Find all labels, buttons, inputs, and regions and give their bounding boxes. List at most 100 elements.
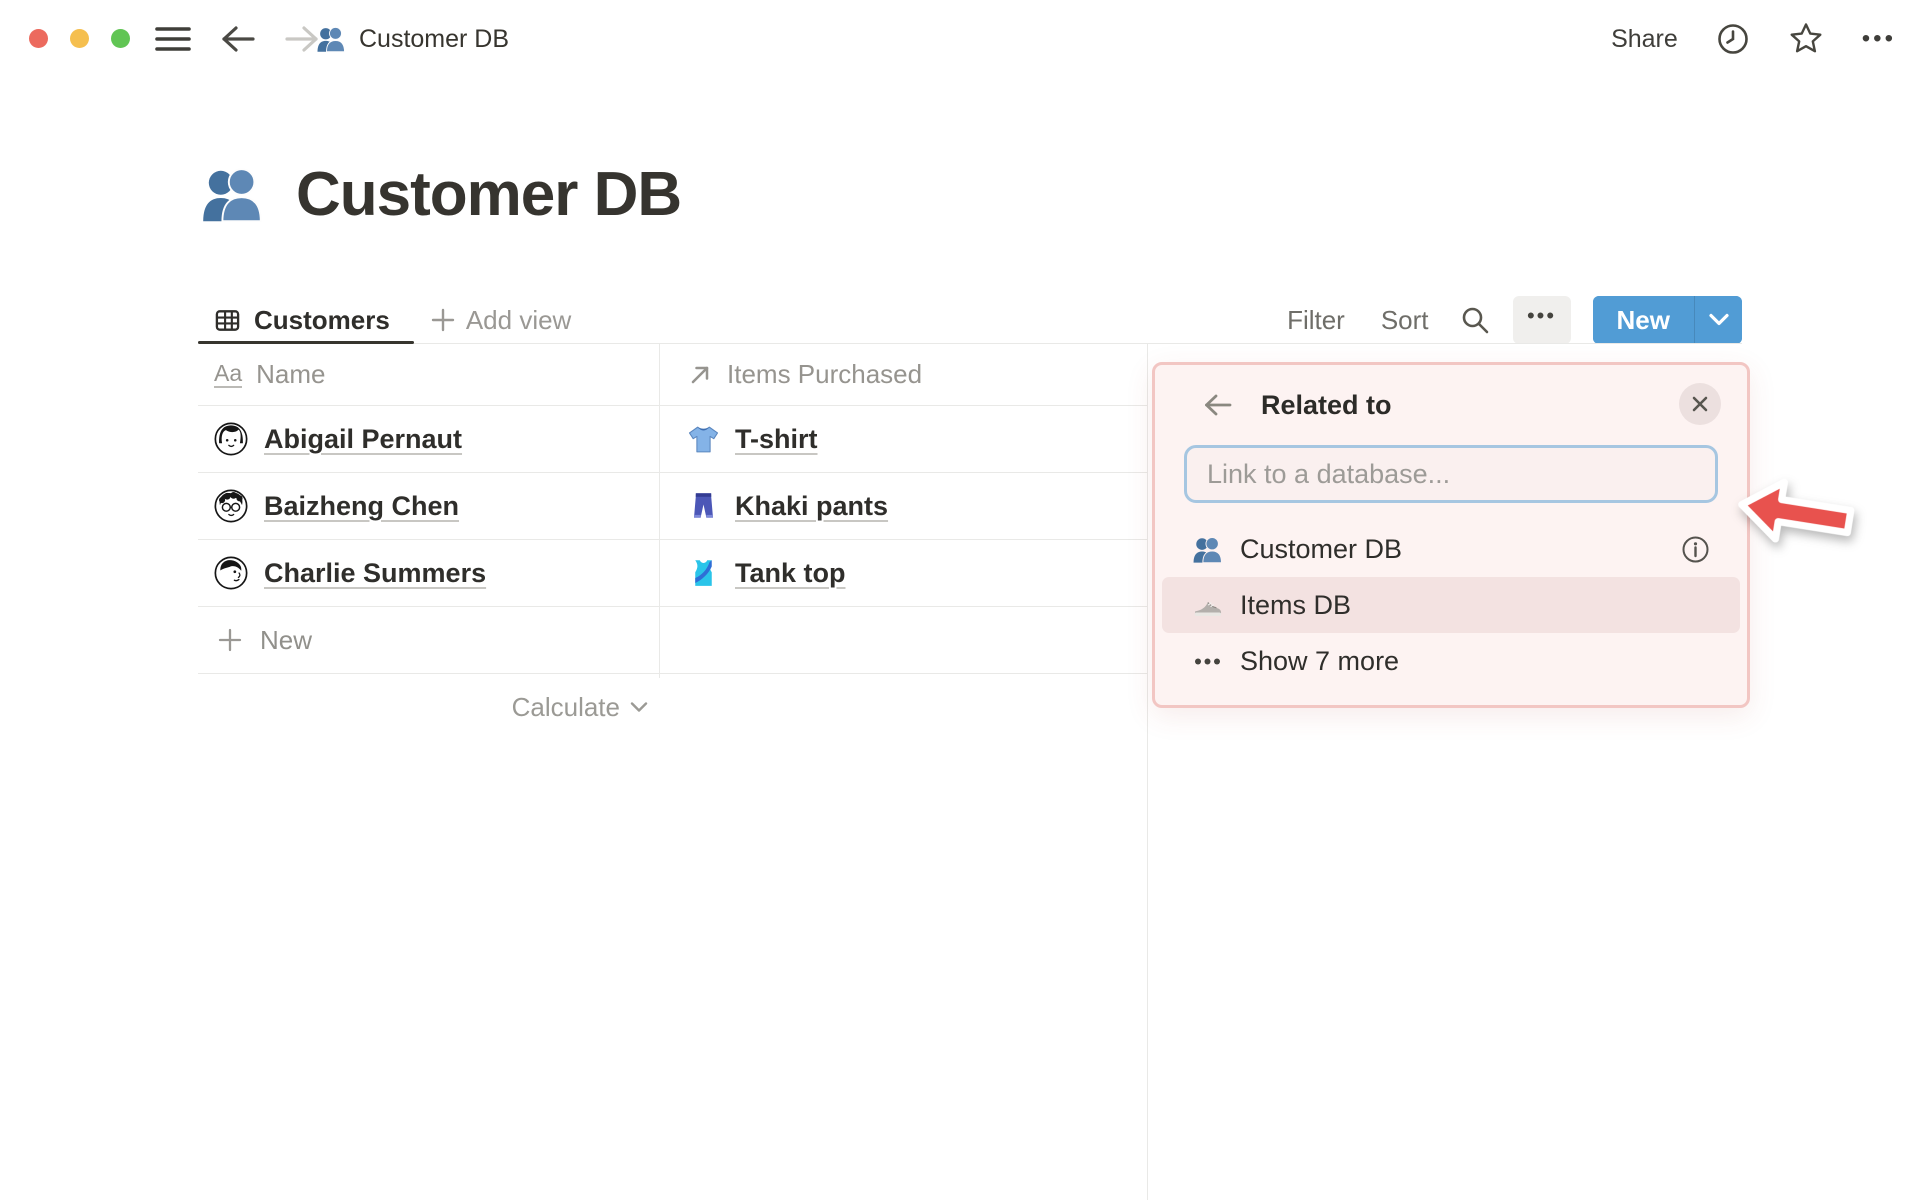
new-dropdown-button[interactable] [1694,296,1742,344]
avatar-abigail [214,422,248,456]
close-icon [1690,394,1710,414]
window-titlebar: Customer DB Share ••• [0,0,1920,78]
info-icon [1681,535,1710,564]
list-item-customer-db[interactable]: Customer DB [1162,521,1740,577]
sort-button[interactable]: Sort [1381,305,1429,336]
new-button[interactable]: New [1592,296,1694,344]
column-header-name[interactable]: Aa Name [198,344,659,405]
column-name-label: Name [256,359,326,389]
list-item-label: Customer DB [1240,533,1403,564]
column-items-label: Items Purchased [727,359,923,389]
back-arrow-icon [1203,392,1233,418]
info-button[interactable] [1681,535,1710,564]
hamburger-icon [154,24,192,54]
star-icon [1788,21,1824,57]
list-item-items-db[interactable]: Items DB [1162,577,1740,633]
popup-back-button[interactable] [1203,392,1233,418]
tanktop-icon [687,557,720,590]
database-list: Customer DB Items DB Show 7 more [1162,521,1740,689]
tab-label: Customers [254,304,390,335]
zoom-window-button[interactable] [111,29,130,48]
page-title[interactable]: Customer DB [296,159,682,230]
table-view-icon [214,307,241,334]
items-cell[interactable]: Tank top [659,540,1147,606]
toolbar-actions: Filter Sort ••• New [1287,296,1742,344]
search-icon [1459,304,1491,336]
favorite-button[interactable] [1788,21,1824,57]
tab-customers[interactable]: Customers [198,305,390,336]
add-view-button[interactable]: Add view [430,304,572,336]
row-name-link[interactable]: Charlie Summers [264,558,486,589]
plus-icon [430,307,456,333]
text-property-icon: Aa [214,360,243,388]
forward-arrow-icon [284,24,320,54]
people-icon [316,24,346,54]
minimize-window-button[interactable] [70,29,89,48]
calculate-button[interactable]: Calculate [198,674,659,740]
chevron-down-icon [1707,312,1731,328]
tshirt-icon [687,423,720,456]
column-header-items-purchased[interactable]: Items Purchased [659,344,1147,405]
add-view-label: Add view [465,304,572,335]
new-row-button[interactable]: New [198,607,1147,674]
customers-table: Aa Name Items Purchased Abigail Pernaut … [198,344,1147,740]
row-name-link[interactable]: Abigail Pernaut [264,424,462,455]
table-row: Charlie Summers Tank top [198,540,1147,607]
people-icon [1192,534,1223,565]
items-cell[interactable]: Khaki pants [659,473,1147,539]
list-item-label: Items DB [1240,589,1352,620]
chevron-down-icon [629,700,649,714]
annotation-arrow-icon [1731,469,1858,557]
name-cell[interactable]: Baizheng Chen [198,473,659,539]
plus-icon [217,627,243,653]
calculate-label: Calculate [511,691,620,722]
new-row-label: New [260,624,313,655]
name-cell[interactable]: Abigail Pernaut [198,406,659,472]
close-window-button[interactable] [29,29,48,48]
history-button[interactable] [1716,22,1750,56]
column-divider[interactable] [659,344,660,678]
view-options-button[interactable]: ••• [1512,296,1571,344]
items-cell[interactable]: T-shirt [659,406,1147,472]
link-database-input[interactable] [1184,445,1718,503]
table-right-divider[interactable] [1147,344,1148,1200]
breadcrumb[interactable]: Customer DB [316,0,509,78]
search-button[interactable] [1459,304,1491,336]
app-window: Customer DB Share ••• Customer DB Custom… [0,0,1920,1200]
new-split-button: New [1592,296,1742,344]
sneaker-icon [1192,590,1223,621]
row-item-link[interactable]: T-shirt [735,424,818,455]
popup-title: Related to [1261,389,1392,420]
row-item-link[interactable]: Tank top [735,558,846,589]
traffic-lights [29,29,130,48]
forward-button[interactable] [284,24,320,54]
ellipsis-icon: ••• [1526,303,1557,328]
page-header: Customer DB [200,158,682,230]
row-item-link[interactable]: Khaki pants [735,491,888,522]
avatar-baizheng [214,489,248,523]
more-options-button[interactable]: ••• [1862,25,1896,53]
view-toolbar: Customers Add view Filter Sort ••• New [198,296,1742,344]
back-arrow-icon [220,24,256,54]
show-more-button[interactable]: Show 7 more [1162,633,1740,689]
titlebar-actions: Share ••• [1611,0,1896,78]
sidebar-menu-button[interactable] [154,24,192,54]
dots-icon [1192,646,1223,677]
breadcrumb-title: Customer DB [359,24,510,53]
table-header-row: Aa Name Items Purchased [198,344,1147,406]
avatar-charlie [214,556,248,590]
popup-close-button[interactable] [1679,383,1721,425]
related-to-popup: Related to Customer DB [1152,362,1750,708]
clock-icon [1716,22,1750,56]
popup-header: Related to [1155,383,1747,427]
back-button[interactable] [220,24,256,54]
name-cell[interactable]: Charlie Summers [198,540,659,606]
filter-button[interactable]: Filter [1287,305,1345,336]
row-name-link[interactable]: Baizheng Chen [264,491,459,522]
table-row: Baizheng Chen Khaki pants [198,473,1147,540]
jeans-icon [687,490,720,523]
show-more-label: Show 7 more [1240,645,1400,676]
relation-arrow-icon [687,362,713,388]
people-icon[interactable] [200,162,264,226]
share-button[interactable]: Share [1611,25,1678,54]
